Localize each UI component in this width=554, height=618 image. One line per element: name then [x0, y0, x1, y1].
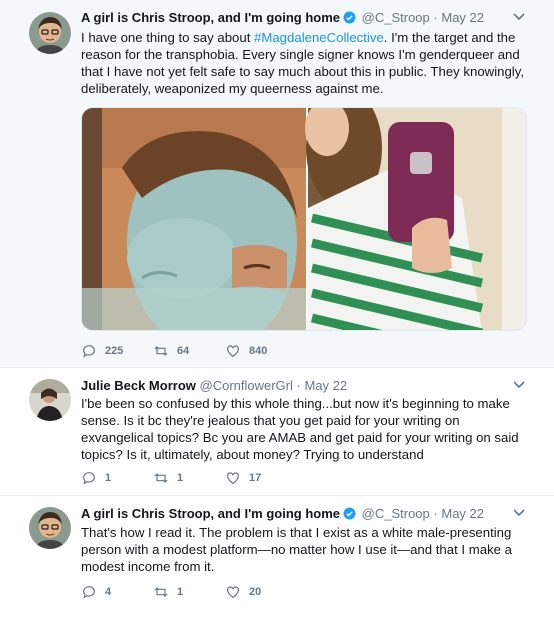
reply-button[interactable]: 4 — [81, 584, 153, 600]
retweet-button[interactable]: 64 — [153, 343, 225, 359]
reply-icon — [83, 586, 95, 599]
display-name[interactable]: Julie Beck Morrow — [81, 378, 196, 393]
verified-badge-icon — [343, 11, 356, 24]
tweet-text: That's how I read it. The problem is tha… — [81, 525, 512, 574]
tweet-text-part: I have one thing to say about — [81, 30, 255, 45]
tweet-header: A girl is Chris Stroop, and I'm going ho… — [81, 10, 484, 26]
tweet-text: I'be been so confused by this whole thin… — [81, 396, 519, 462]
tweet[interactable]: A girl is Chris Stroop, and I'm going ho… — [0, 0, 554, 367]
tweet-header: Julie Beck Morrow @CornflowerGrl · May 2… — [81, 378, 347, 394]
timestamp[interactable]: May 22 — [441, 506, 484, 521]
like-icon — [227, 586, 239, 599]
retweet-count: 1 — [177, 472, 184, 484]
like-button[interactable]: 17 — [225, 470, 297, 486]
action-bar: 1 1 17 — [81, 470, 297, 486]
photo-mirror-selfie[interactable] — [305, 108, 527, 331]
display-name[interactable]: A girl is Chris Stroop, and I'm going ho… — [81, 506, 340, 521]
retweet-count: 1 — [177, 586, 184, 598]
like-count: 17 — [249, 472, 262, 484]
avatar[interactable] — [29, 12, 71, 54]
handle[interactable]: @C_Stroop — [362, 10, 430, 25]
media-grid[interactable] — [81, 107, 527, 331]
retweet-button[interactable]: 1 — [153, 470, 225, 486]
handle[interactable]: @C_Stroop — [362, 506, 430, 521]
like-button[interactable]: 20 — [225, 584, 297, 600]
reply-count: 4 — [105, 586, 112, 598]
photo-face-mask[interactable] — [82, 108, 306, 331]
retweet-icon — [154, 346, 168, 356]
like-icon — [227, 472, 239, 485]
avatar[interactable] — [29, 507, 71, 549]
reply-button[interactable]: 225 — [81, 343, 153, 359]
verified-badge-icon — [343, 507, 356, 520]
tweet-text: I have one thing to say about #Magdalene… — [81, 29, 531, 97]
tweet-header: A girl is Chris Stroop, and I'm going ho… — [81, 506, 484, 522]
action-bar: 225 64 840 — [81, 343, 297, 359]
retweet-count: 64 — [177, 345, 190, 357]
chevron-down-icon[interactable] — [512, 12, 526, 22]
timestamp[interactable]: May 22 — [304, 378, 347, 393]
reply-icon — [83, 472, 95, 485]
like-button[interactable]: 840 — [225, 343, 297, 359]
separator: · — [296, 378, 301, 393]
avatar[interactable] — [29, 379, 71, 421]
action-bar: 4 1 20 — [81, 584, 297, 600]
retweet-icon — [154, 473, 168, 483]
chevron-down-icon[interactable] — [512, 508, 526, 518]
reply-button[interactable]: 1 — [81, 470, 153, 486]
hashtag-link[interactable]: #MagdaleneCollective — [254, 30, 384, 45]
like-count: 20 — [249, 586, 262, 598]
timestamp[interactable]: May 22 — [441, 10, 484, 25]
reply-count: 225 — [105, 345, 124, 357]
chevron-down-icon[interactable] — [512, 380, 526, 390]
reply-icon — [83, 345, 95, 358]
reply-tweet[interactable]: A girl is Chris Stroop, and I'm going ho… — [0, 495, 554, 618]
handle[interactable]: @CornflowerGrl — [200, 378, 293, 393]
retweet-button[interactable]: 1 — [153, 584, 225, 600]
reply-count: 1 — [105, 472, 112, 484]
like-count: 840 — [249, 345, 268, 357]
retweet-icon — [154, 587, 168, 597]
separator: · — [433, 10, 438, 25]
separator: · — [433, 506, 438, 521]
reply-tweet[interactable]: Julie Beck Morrow @CornflowerGrl · May 2… — [0, 367, 554, 495]
display-name[interactable]: A girl is Chris Stroop, and I'm going ho… — [81, 10, 340, 25]
like-icon — [227, 345, 239, 358]
